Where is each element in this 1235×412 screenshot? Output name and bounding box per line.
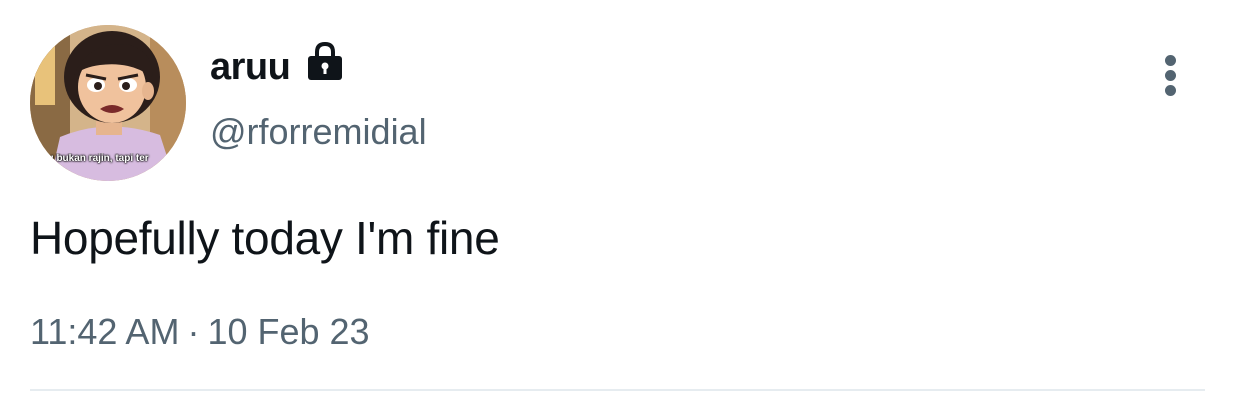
tweet-text: Hopefully today I'm fine: [30, 212, 500, 264]
more-vertical-icon: [1165, 85, 1176, 96]
handle[interactable]: @rforremidial: [210, 110, 427, 154]
more-options-button[interactable]: [1150, 50, 1192, 100]
divider: [30, 389, 1205, 391]
avatar[interactable]: ku bukan rajin, tapi ter: [30, 25, 186, 181]
tweet-time[interactable]: 11:42 AM: [30, 311, 179, 352]
more-vertical-icon: [1165, 55, 1176, 66]
avatar-caption: ku bukan rajin, tapi ter: [42, 153, 149, 164]
meta-separator: ·: [187, 311, 200, 352]
display-name[interactable]: aruu: [210, 44, 291, 90]
tweet-card: ku bukan rajin, tapi ter aruu @rforremid…: [0, 0, 1235, 412]
lock-icon: [308, 41, 342, 80]
more-vertical-icon: [1165, 70, 1176, 81]
tweet-timestamp[interactable]: 11:42 AM · 10 Feb 23: [30, 310, 370, 354]
tweet-date[interactable]: 10 Feb 23: [207, 311, 369, 352]
